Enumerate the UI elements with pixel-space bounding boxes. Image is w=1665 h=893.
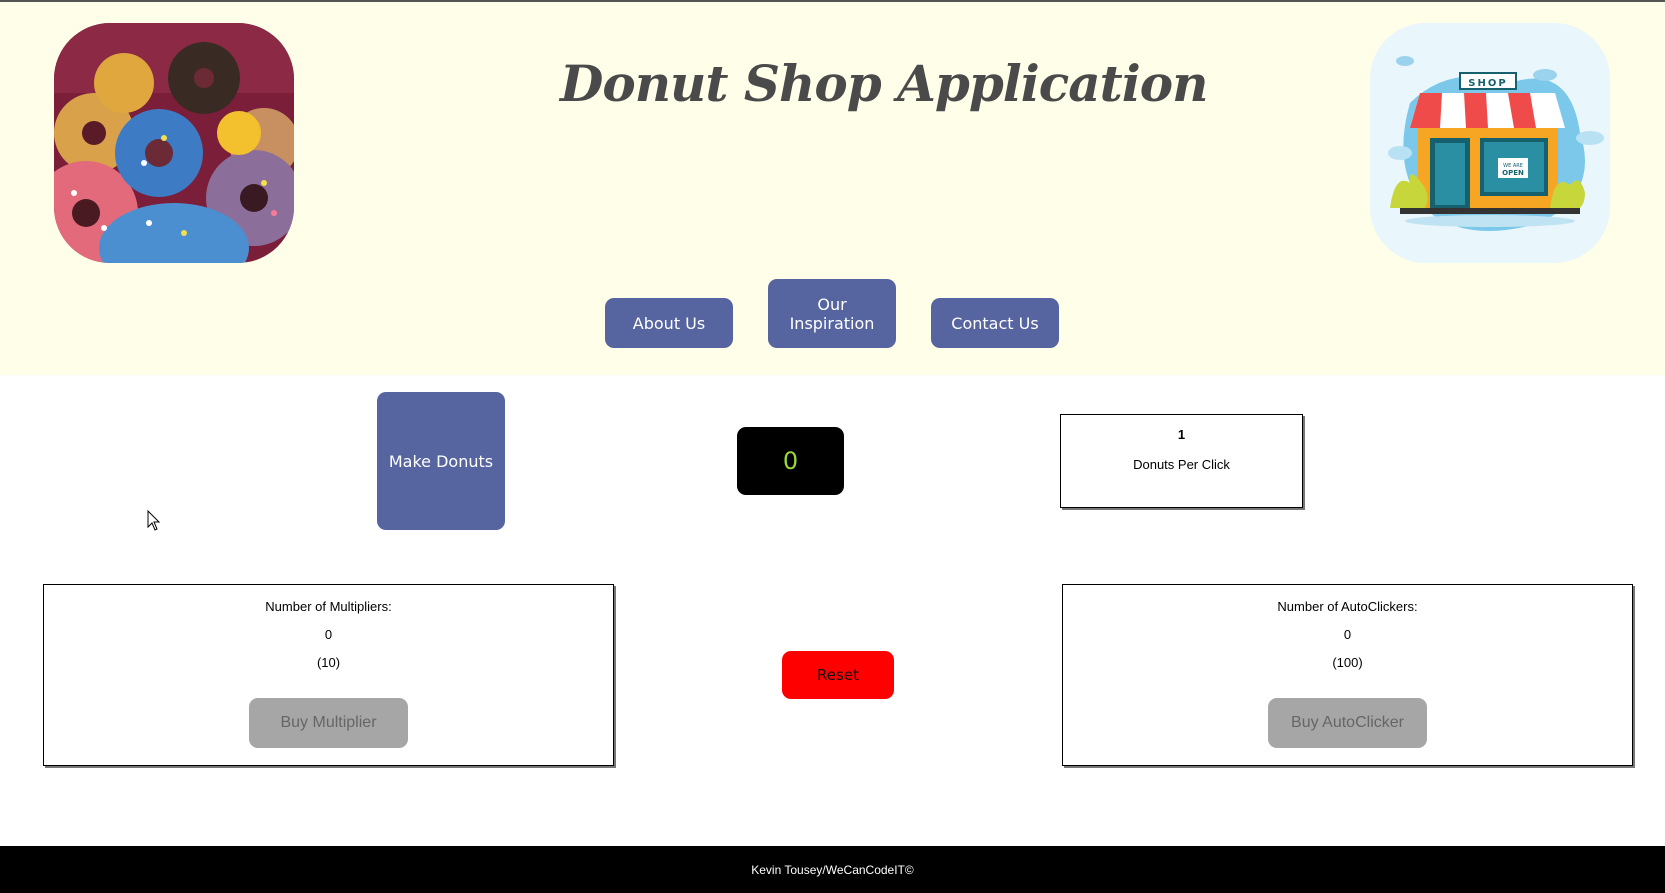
multiplier-count-label: Number of Multipliers:	[265, 599, 392, 614]
autoclicker-count-label: Number of AutoClickers:	[1277, 599, 1418, 614]
our-inspiration-label-line2: Inspiration	[789, 313, 875, 333]
page-title: Donut Shop Application	[560, 54, 1208, 113]
reset-label: Reset	[817, 666, 859, 684]
our-inspiration-button[interactable]: Our Inspiration	[768, 279, 896, 348]
about-us-button[interactable]: About Us	[605, 298, 733, 348]
buy-autoclicker-button[interactable]: Buy AutoClicker	[1268, 698, 1427, 748]
reset-button[interactable]: Reset	[782, 651, 894, 699]
buy-autoclicker-label: Buy AutoClicker	[1291, 714, 1404, 731]
page-header: Donut Shop Application SHOP WE ARE OPEN …	[0, 2, 1665, 375]
multiplier-panel: Number of Multipliers: 0 (10) Buy Multip…	[43, 584, 614, 766]
multiplier-cost: (10)	[316, 655, 341, 670]
make-donuts-label: Make Donuts	[388, 451, 494, 471]
contact-us-label: Contact Us	[951, 313, 1039, 333]
donut-logo-image	[54, 23, 294, 263]
shop-sign-text: SHOP	[1468, 78, 1507, 89]
donuts-per-click-box: 1 Donuts Per Click	[1060, 414, 1303, 508]
make-donuts-button[interactable]: Make Donuts	[377, 392, 505, 530]
multiplier-count-value: 0	[324, 627, 333, 642]
our-inspiration-label-line1: Our	[817, 294, 847, 314]
donuts-per-click-label: Donuts Per Click	[1133, 457, 1230, 472]
footer-credit: Kevin Tousey/WeCanCodeIT©	[751, 862, 914, 877]
donut-count-value: 0	[782, 447, 799, 475]
buy-multiplier-button[interactable]: Buy Multiplier	[249, 698, 408, 748]
autoclicker-cost: (100)	[1332, 655, 1363, 670]
contact-us-button[interactable]: Contact Us	[931, 298, 1059, 348]
shop-logo-image: SHOP WE ARE OPEN	[1370, 23, 1610, 263]
autoclicker-panel: Number of AutoClickers: 0 (100) Buy Auto…	[1062, 584, 1633, 766]
donut-counter: 0	[737, 427, 844, 495]
about-us-label: About Us	[632, 313, 706, 333]
donuts-per-click-value: 1	[1177, 427, 1186, 442]
page-footer: Kevin Tousey/WeCanCodeIT©	[0, 846, 1665, 893]
open-sign-line2: OPEN	[1502, 169, 1524, 177]
buy-multiplier-label: Buy Multiplier	[280, 714, 377, 731]
autoclicker-count-value: 0	[1343, 627, 1352, 642]
mouse-pointer-icon	[147, 509, 161, 536]
